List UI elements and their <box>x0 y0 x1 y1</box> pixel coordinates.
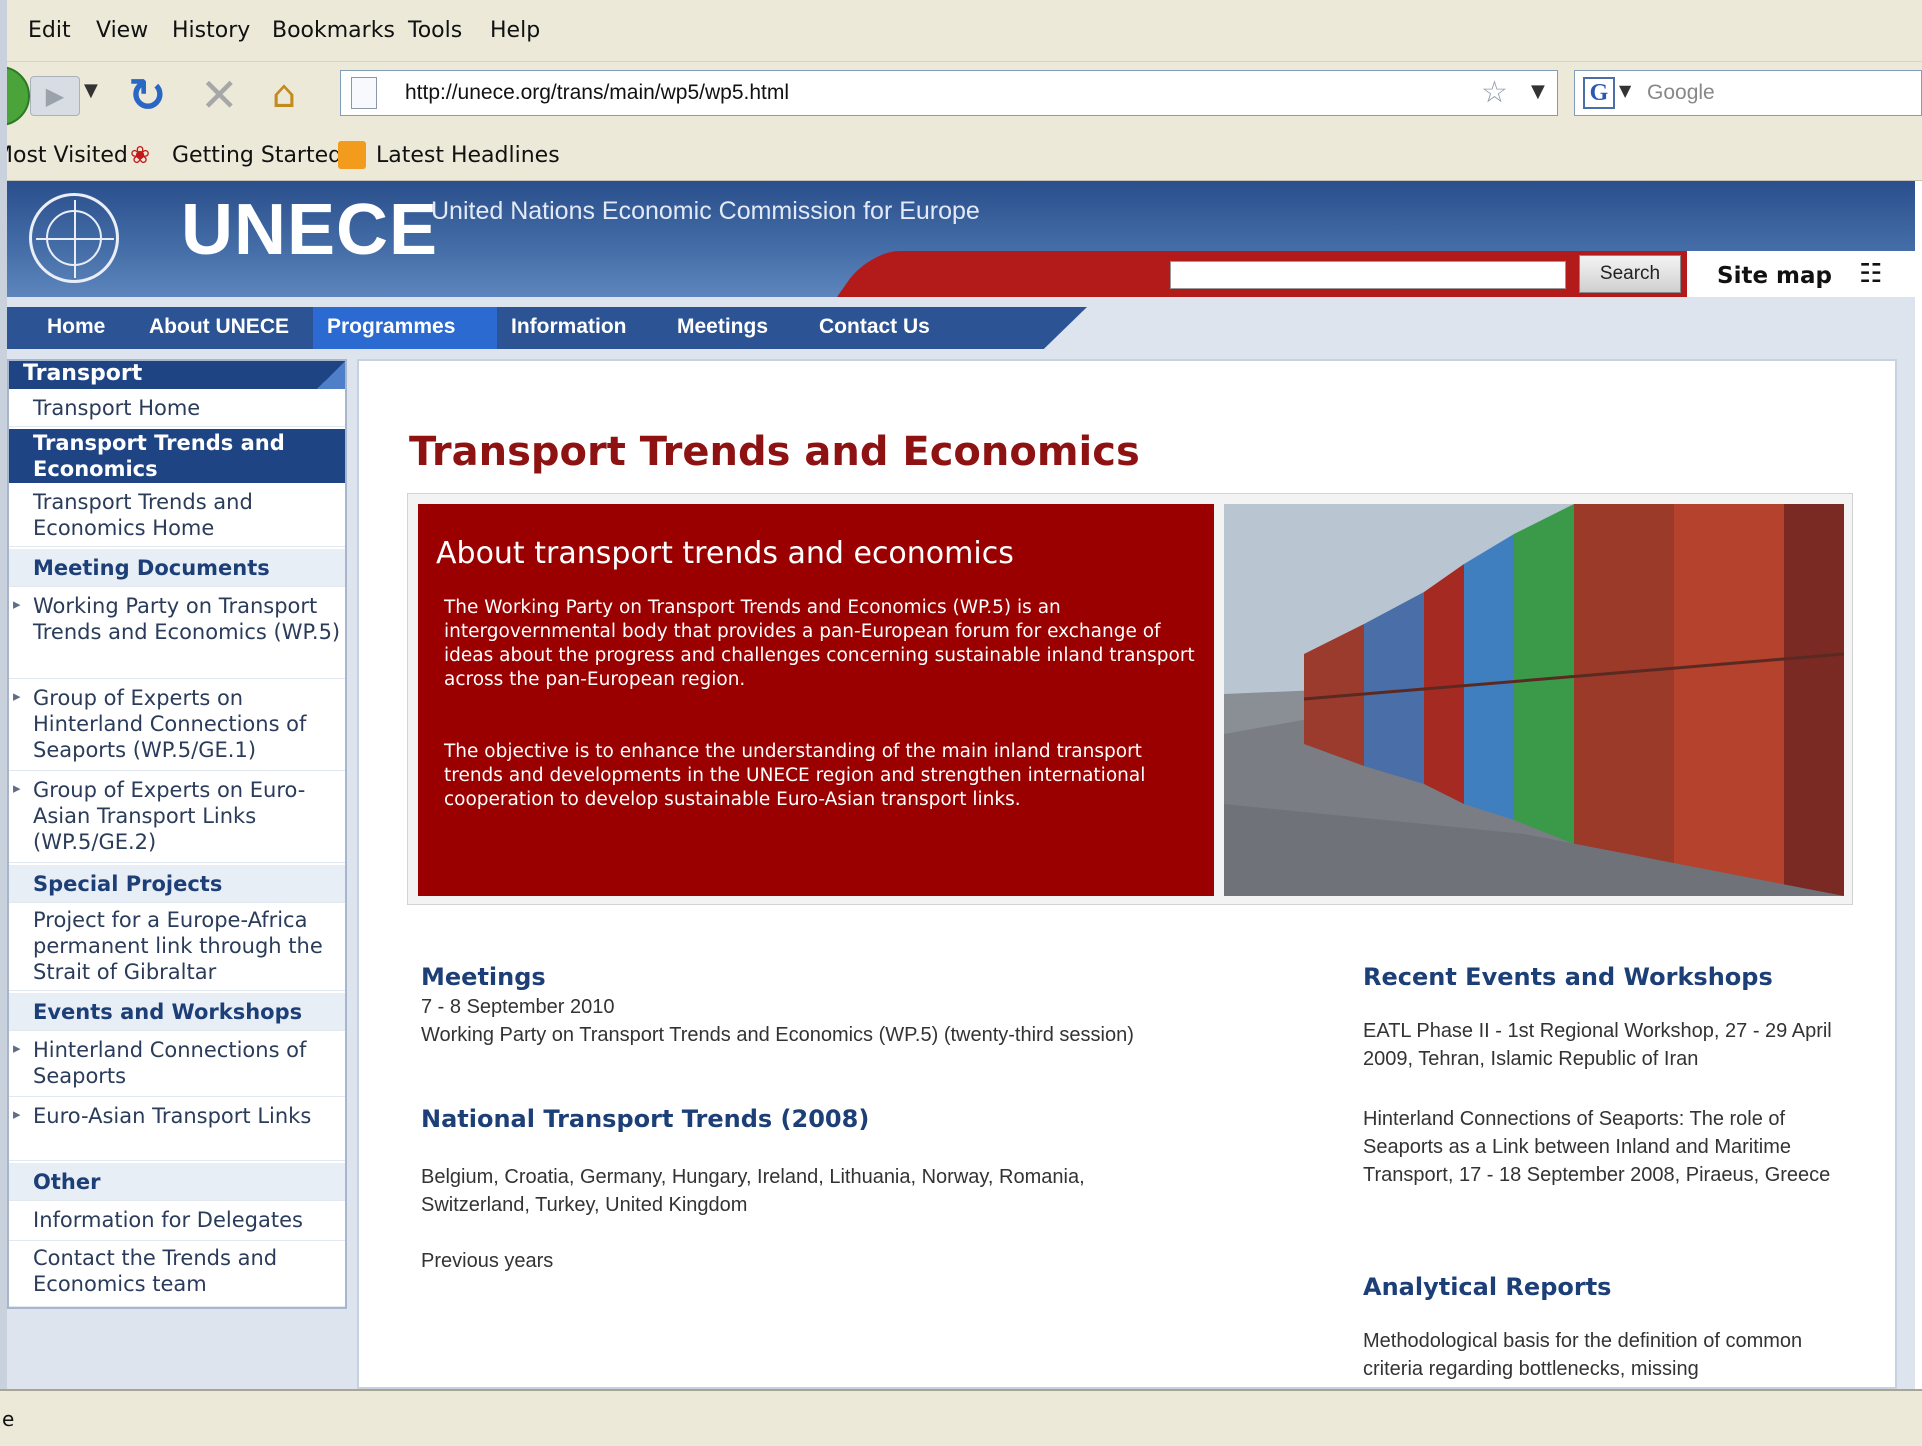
sidebar-item-hinterland[interactable]: ▸ Hinterland Connections of Seaports <box>9 1033 345 1097</box>
site-header: UNECE United Nations Economic Commission… <box>7 181 1915 297</box>
bookmark-latest-headlines[interactable]: Latest Headlines <box>376 143 560 168</box>
page-title: Transport Trends and Economics <box>409 429 1140 475</box>
stop-icon[interactable]: ✕ <box>200 68 239 122</box>
sidebar-item-wp5[interactable]: ▸ Working Party on Transport Trends and E… <box>9 589 345 679</box>
main-nav: Home About UNECE Programmes Information … <box>7 307 1087 349</box>
sidebar-item-ge2[interactable]: ▸ Group of Experts on Euro-Asian Transpor… <box>9 773 345 863</box>
menu-bookmarks[interactable]: Bookmarks <box>272 18 395 43</box>
arrow-icon: ▸ <box>13 687 21 705</box>
main-content: Transport Trends and Economics About tra… <box>357 359 1897 1389</box>
sidebar-item-transport-home[interactable]: Transport Home <box>9 391 345 427</box>
sidebar-corner <box>317 361 345 389</box>
sidebar-item-delegates[interactable]: Information for Delegates <box>9 1203 345 1241</box>
bookmark-most-visited[interactable]: Most Visited <box>0 143 128 168</box>
sidebar: Transport Transport Home Transport Trend… <box>7 359 347 1309</box>
sidebar-item-trends-home[interactable]: Transport Trends and Economics Home <box>9 485 345 547</box>
reload-icon[interactable]: ↻ <box>128 68 167 122</box>
sidebar-item-euro-asian[interactable]: ▸ Euro-Asian Transport Links <box>9 1099 345 1161</box>
sidebar-item-contact-team[interactable]: Contact the Trends and Economics team <box>9 1243 345 1307</box>
previous-years-link[interactable]: Previous years <box>421 1247 553 1275</box>
sidebar-item-label: Group of Experts on Euro-Asian Transport… <box>33 778 306 854</box>
arrow-icon: ▸ <box>13 595 21 613</box>
container-photo-illustration <box>1224 504 1844 896</box>
menu-history[interactable]: History <box>172 18 250 43</box>
sidebar-item-gibraltar[interactable]: Project for a Europe-Africa permanent li… <box>9 905 345 991</box>
container-yard-photo <box>1224 504 1844 896</box>
intro-text-box: About transport trends and economics The… <box>418 504 1214 896</box>
browser-search-input[interactable]: Google <box>1647 81 1715 105</box>
site-subtitle: United Nations Economic Commission for E… <box>431 197 980 225</box>
arrow-icon: ▸ <box>13 1039 21 1057</box>
browser-search-box[interactable]: G ▼ Google <box>1574 70 1922 116</box>
sidebar-heading-events: Events and Workshops <box>9 993 345 1031</box>
sidebar-heading-other: Other <box>9 1163 345 1201</box>
intro-heading: About transport trends and economics <box>436 536 1014 571</box>
nav-contact[interactable]: Contact Us <box>819 315 930 339</box>
recent-events-heading: Recent Events and Workshops <box>1363 963 1773 991</box>
sidebar-item-label: Euro-Asian Transport Links <box>33 1104 312 1128</box>
history-dropdown-icon[interactable]: ▼ <box>84 80 98 101</box>
web-page: UNECE United Nations Economic Commission… <box>7 181 1915 1389</box>
sidebar-heading-special-projects: Special Projects <box>9 865 345 903</box>
menu-help[interactable]: Help <box>490 18 540 43</box>
nav-about[interactable]: About UNECE <box>149 315 289 339</box>
menu-tools[interactable]: Tools <box>408 18 462 43</box>
arrow-icon: ▸ <box>13 1105 21 1123</box>
analytical-report-link[interactable]: Methodological basis for the definition … <box>1363 1327 1843 1383</box>
url-dropdown-icon[interactable]: ▼ <box>1531 81 1545 102</box>
un-emblem-icon[interactable] <box>29 193 119 283</box>
intro-panel: About transport trends and economics The… <box>407 493 1853 905</box>
firefox-icon: ❀ <box>130 141 151 169</box>
site-search-input[interactable] <box>1170 261 1566 289</box>
bookmark-star-icon[interactable]: ☆ <box>1481 75 1508 110</box>
menu-view[interactable]: View <box>96 18 148 43</box>
meetings-heading: Meetings <box>421 963 546 991</box>
national-trends-countries[interactable]: Belgium, Croatia, Germany, Hungary, Irel… <box>421 1163 1191 1219</box>
url-text[interactable]: http://unece.org/trans/main/wp5/wp5.html <box>405 81 789 105</box>
national-trends-heading: National Transport Trends (2008) <box>421 1105 870 1133</box>
page-icon <box>351 77 377 109</box>
recent-event-2[interactable]: Hinterland Connections of Seaports: The … <box>1363 1105 1843 1189</box>
recent-event-1[interactable]: EATL Phase II - 1st Regional Workshop, 2… <box>1363 1017 1843 1073</box>
nav-home[interactable]: Home <box>47 315 105 339</box>
sidebar-item-label: Working Party on Transport Trends and Ec… <box>33 594 341 644</box>
sidebar-item-transport-trends-active[interactable]: Transport Trends and Economics <box>9 429 345 483</box>
arrow-icon: ▸ <box>13 779 21 797</box>
nav-meetings[interactable]: Meetings <box>677 315 768 339</box>
site-title[interactable]: UNECE <box>181 189 438 271</box>
google-icon[interactable]: G <box>1583 77 1615 109</box>
sidebar-heading-meeting-documents: Meeting Documents <box>9 549 345 587</box>
sidebar-item-ge1[interactable]: ▸ Group of Experts on Hinterland Connecti… <box>9 681 345 771</box>
browser-menubar: Edit View History Bookmarks Tools Help <box>0 0 1922 62</box>
intro-paragraph-2: The objective is to enhance the understa… <box>444 741 1146 810</box>
bookmarks-toolbar: Most Visited ❀ Getting Started Latest He… <box>0 129 1922 181</box>
home-icon[interactable]: ⌂ <box>272 72 296 116</box>
nav-programmes[interactable]: Programmes <box>327 315 455 339</box>
sidebar-item-label: Group of Experts on Hinterland Connectio… <box>33 686 307 762</box>
bookmark-getting-started[interactable]: Getting Started <box>172 143 342 168</box>
search-button[interactable]: Search <box>1579 255 1681 293</box>
nav-information[interactable]: Information <box>511 315 627 339</box>
sidebar-section-transport[interactable]: Transport <box>9 361 345 389</box>
sitemap-icon[interactable]: ☷ <box>1859 259 1882 289</box>
search-engine-dropdown-icon[interactable]: ▼ <box>1619 81 1631 100</box>
menu-edit[interactable]: Edit <box>28 18 71 43</box>
status-text: e <box>2 1407 15 1431</box>
analytical-reports-heading: Analytical Reports <box>1363 1273 1612 1301</box>
rss-icon <box>338 141 366 169</box>
status-bar: e <box>0 1389 1922 1446</box>
sitemap-link[interactable]: Site map <box>1717 263 1832 289</box>
sidebar-item-label: Hinterland Connections of Seaports <box>33 1038 307 1088</box>
address-bar[interactable]: http://unece.org/trans/main/wp5/wp5.html… <box>340 70 1558 116</box>
meeting-date: 7 - 8 September 2010 <box>421 996 615 1018</box>
intro-paragraph-1: The Working Party on Transport Trends an… <box>444 597 1195 690</box>
forward-button[interactable]: ▶ <box>30 76 80 116</box>
window-edge <box>0 0 7 1446</box>
meeting-link[interactable]: Working Party on Transport Trends and Ec… <box>421 1021 1241 1049</box>
